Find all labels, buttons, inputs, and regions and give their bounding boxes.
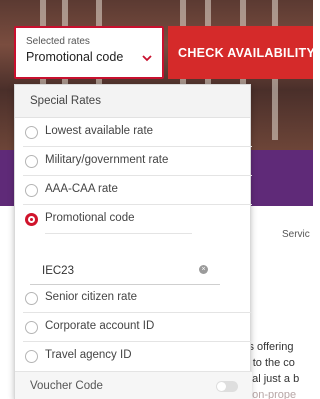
rate-option-label: Lowest available rate [45, 125, 154, 137]
radio-button[interactable] [25, 350, 38, 363]
body-text-line: f on-prope [246, 389, 297, 399]
special-rates-header: Special Rates [15, 85, 250, 118]
radio-button[interactable] [25, 321, 38, 334]
rate-option-travel-agency[interactable]: Travel agency ID [15, 342, 252, 371]
rate-option-label: Travel agency ID [45, 349, 132, 361]
voucher-code-row: Voucher Code [15, 371, 252, 399]
radio-button[interactable] [25, 184, 38, 197]
rate-option-label: AAA-CAA rate [45, 183, 118, 195]
voucher-code-label: Voucher Code [30, 380, 103, 392]
rate-option-aaa[interactable]: AAA-CAA rate [15, 176, 252, 205]
rate-option-corporate[interactable]: Corporate account ID [15, 313, 252, 342]
radio-button[interactable] [25, 126, 38, 139]
voucher-code-toggle[interactable] [216, 381, 238, 392]
divider [45, 233, 192, 234]
rate-option-lowest[interactable]: Lowest available rate [15, 118, 252, 147]
clear-icon[interactable]: × [199, 265, 208, 274]
promo-code-input[interactable]: IEC23 × [30, 257, 220, 285]
rate-option-label: Corporate account ID [45, 320, 155, 332]
body-text-line: is offering [246, 341, 294, 353]
rate-select-value: Promotional code [26, 50, 124, 64]
radio-button[interactable] [25, 155, 38, 168]
radio-button-selected[interactable] [25, 213, 38, 226]
rate-option-promotional[interactable]: Promotional code [15, 205, 252, 234]
rate-option-label: Military/government rate [45, 154, 169, 166]
promo-code-value: IEC23 [42, 265, 74, 277]
rate-option-senior[interactable]: Senior citizen rate [15, 284, 252, 313]
rate-select-label: Selected rates [26, 36, 90, 47]
special-rates-dropdown: Special Rates Lowest available rate Mili… [14, 84, 252, 399]
rate-option-label: Promotional code [45, 212, 135, 224]
rate-select[interactable]: Selected rates Promotional code [14, 26, 164, 79]
service-tab-text[interactable]: Servic [282, 229, 310, 240]
body-text-line: r to the co [246, 357, 295, 369]
rate-option-label: Senior citizen rate [45, 291, 138, 303]
check-availability-button[interactable]: CHECK AVAILABILITY [168, 26, 313, 79]
chevron-down-icon [142, 55, 152, 62]
rate-option-military[interactable]: Military/government rate [15, 147, 252, 176]
radio-button[interactable] [25, 292, 38, 305]
body-text-line: dal just a b [246, 373, 300, 385]
